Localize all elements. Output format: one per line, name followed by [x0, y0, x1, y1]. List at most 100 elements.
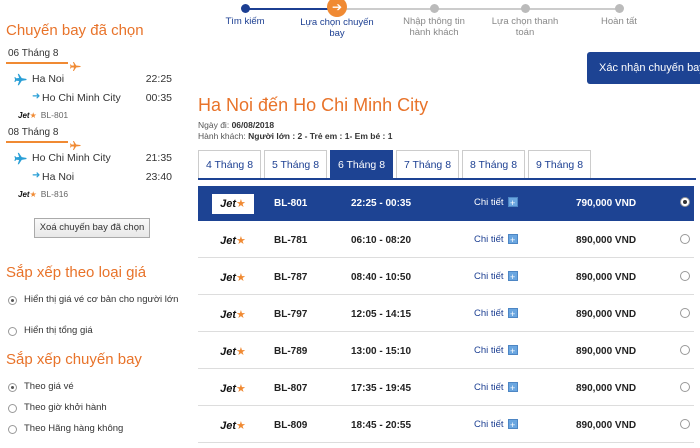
flight-detail-label: Chi tiết [474, 234, 504, 245]
segment-divider [6, 141, 68, 143]
date-tab[interactable]: 7 Tháng 8 [396, 150, 459, 178]
stepper-step-label: Lựa chọn thanh toán [491, 16, 559, 38]
date-tab[interactable]: 5 Tháng 8 [264, 150, 327, 178]
passengers-line: Hành khách: Người lớn : 2 - Trẻ em : 1- … [198, 131, 392, 141]
clear-selected-flights-button[interactable]: Xoá chuyến bay đã chọn [34, 218, 150, 238]
plus-icon[interactable]: + [507, 271, 518, 282]
flight-select-radio[interactable] [680, 271, 690, 281]
segment-flight-row: Jet★ BL-816 [18, 189, 68, 199]
stepper-step-label: Tìm kiếm [225, 16, 265, 27]
flight-detail-link[interactable]: Chi tiết + [474, 197, 518, 208]
price-sort-option-label: Hiển thị tổng giá [24, 325, 93, 336]
confirm-flight-button[interactable]: Xác nhận chuyến bay [587, 52, 700, 84]
star-icon: ★ [236, 420, 246, 432]
segment-departure-row: Ha Noi 22:25 [8, 72, 180, 88]
flight-detail-link[interactable]: Chi tiết + [474, 382, 518, 393]
star-icon: ★ [29, 111, 37, 120]
passengers-value: Người lớn : 2 - Trẻ em : 1- Em bé : 1 [248, 131, 393, 141]
flight-row[interactable]: Jet★ BL-787 08:40 - 10:50 Chi tiết +890,000 … [198, 260, 694, 295]
flight-code: BL-789 [274, 346, 308, 357]
flight-detail-link[interactable]: Chi tiết + [474, 308, 518, 319]
plus-icon[interactable]: + [507, 197, 518, 208]
flight-times: 13:00 - 15:10 [351, 346, 412, 357]
radio-button[interactable] [8, 296, 17, 305]
flight-select-radio[interactable] [680, 345, 690, 355]
flight-select-radio[interactable] [680, 197, 690, 207]
segment-arrival-row: ➜ Ho Chi Minh City 00:35 [8, 91, 180, 107]
segment-to-city: Ho Chi Minh City [42, 92, 121, 104]
date-tab[interactable]: 9 Tháng 8 [528, 150, 591, 178]
flight-detail-label: Chi tiết [474, 197, 504, 208]
price-sort-option-label: Hiển thị giá vé cơ bản cho người lớn [24, 294, 179, 305]
date-tab[interactable]: 6 Tháng 8 [330, 150, 393, 178]
arrow-right-icon: ➜ [32, 91, 41, 102]
star-icon: ★ [236, 198, 246, 210]
star-icon: ★ [236, 272, 246, 284]
flight-row[interactable]: Jet★ BL-797 12:05 - 14:15 Chi tiết +890,000 … [198, 297, 694, 332]
stepper-connector [337, 8, 434, 10]
flight-detail-link[interactable]: Chi tiết + [474, 419, 518, 430]
segment-arr-time: 23:40 [145, 171, 172, 183]
flight-row[interactable]: Jet★ BL-809 18:45 - 20:55 Chi tiết +890,000 … [198, 408, 694, 443]
route-connector: đến [258, 95, 289, 115]
plus-icon[interactable]: + [507, 345, 518, 356]
flight-select-radio[interactable] [680, 308, 690, 318]
radio-button[interactable] [8, 425, 17, 434]
date-tab[interactable]: 8 Tháng 8 [462, 150, 525, 178]
flight-row[interactable]: Jet★ BL-801 22:25 - 00:35 Chi tiết +790,000 … [198, 186, 694, 221]
flight-select-radio[interactable] [680, 419, 690, 429]
star-icon: ★ [29, 190, 37, 199]
segment-divider [6, 62, 68, 64]
star-icon: ★ [236, 235, 246, 247]
flight-sort-title: Sắp xếp chuyến bay [6, 351, 142, 368]
departure-date-line: Ngày đi: 06/08/2018 [198, 120, 274, 130]
segment-from-city: Ha Noi [32, 73, 65, 85]
flight-row[interactable]: Jet★ BL-789 13:00 - 15:10 Chi tiết +890,000 … [198, 334, 694, 369]
stepper-connector [245, 8, 337, 10]
arrow-right-icon: ➜ [32, 170, 41, 181]
airline-logo: Jet★ [220, 235, 246, 247]
stepper-dot [429, 4, 439, 13]
flight-detail-label: Chi tiết [474, 345, 504, 356]
airline-logo: Jet★ [220, 420, 246, 432]
departure-date: 06/08/2018 [231, 120, 275, 130]
stepper-step-label: Hoàn tất [601, 16, 637, 27]
plus-icon[interactable]: + [507, 308, 518, 319]
passenger-label: Hành khách: [198, 131, 246, 141]
plane-icon [14, 152, 27, 165]
segment-arr-time: 00:35 [145, 92, 172, 104]
flight-select-radio[interactable] [680, 382, 690, 392]
plane-icon [69, 58, 81, 71]
flight-detail-link[interactable]: Chi tiết + [474, 345, 518, 356]
flight-select-radio[interactable] [680, 234, 690, 244]
date-tab[interactable]: 4 Tháng 8 [198, 150, 261, 178]
flight-code: BL-801 [274, 198, 308, 209]
plus-icon[interactable]: + [507, 382, 518, 393]
stepper-active-arrow-icon: ➔ [327, 0, 347, 17]
radio-button[interactable] [8, 383, 17, 392]
flight-detail-label: Chi tiết [474, 419, 504, 430]
flight-detail-link[interactable]: Chi tiết + [474, 271, 518, 282]
plus-icon[interactable]: + [507, 234, 518, 245]
tabs-divider [198, 178, 696, 180]
flight-price: 890,000 VND [576, 272, 637, 283]
plane-icon [14, 73, 27, 86]
star-icon: ★ [236, 309, 246, 321]
flight-sort-option-label: Theo giá vé [24, 381, 74, 392]
flight-code: BL-809 [274, 420, 308, 431]
segment-departure-row: Ho Chi Minh City 21:35 [8, 151, 180, 167]
flight-code: BL-781 [274, 235, 308, 246]
flight-code: BL-807 [274, 383, 308, 394]
flight-row[interactable]: Jet★ BL-781 06:10 - 08:20 Chi tiết +890,000 … [198, 223, 694, 258]
route-from: Ha Noi [198, 95, 254, 115]
radio-button[interactable] [8, 404, 17, 413]
plane-icon [69, 137, 81, 150]
plus-icon[interactable]: + [507, 419, 518, 430]
flight-detail-link[interactable]: Chi tiết + [474, 234, 518, 245]
flight-times: 18:45 - 20:55 [351, 420, 412, 431]
segment-flight-row: Jet★ BL-801 [18, 110, 68, 120]
flight-row[interactable]: Jet★ BL-807 17:35 - 19:45 Chi tiết +890,000 … [198, 371, 694, 406]
flight-sort-option-label: Theo giờ khởi hành [24, 402, 107, 413]
radio-button[interactable] [8, 327, 17, 336]
departure-label: Ngày đi: [198, 120, 230, 130]
